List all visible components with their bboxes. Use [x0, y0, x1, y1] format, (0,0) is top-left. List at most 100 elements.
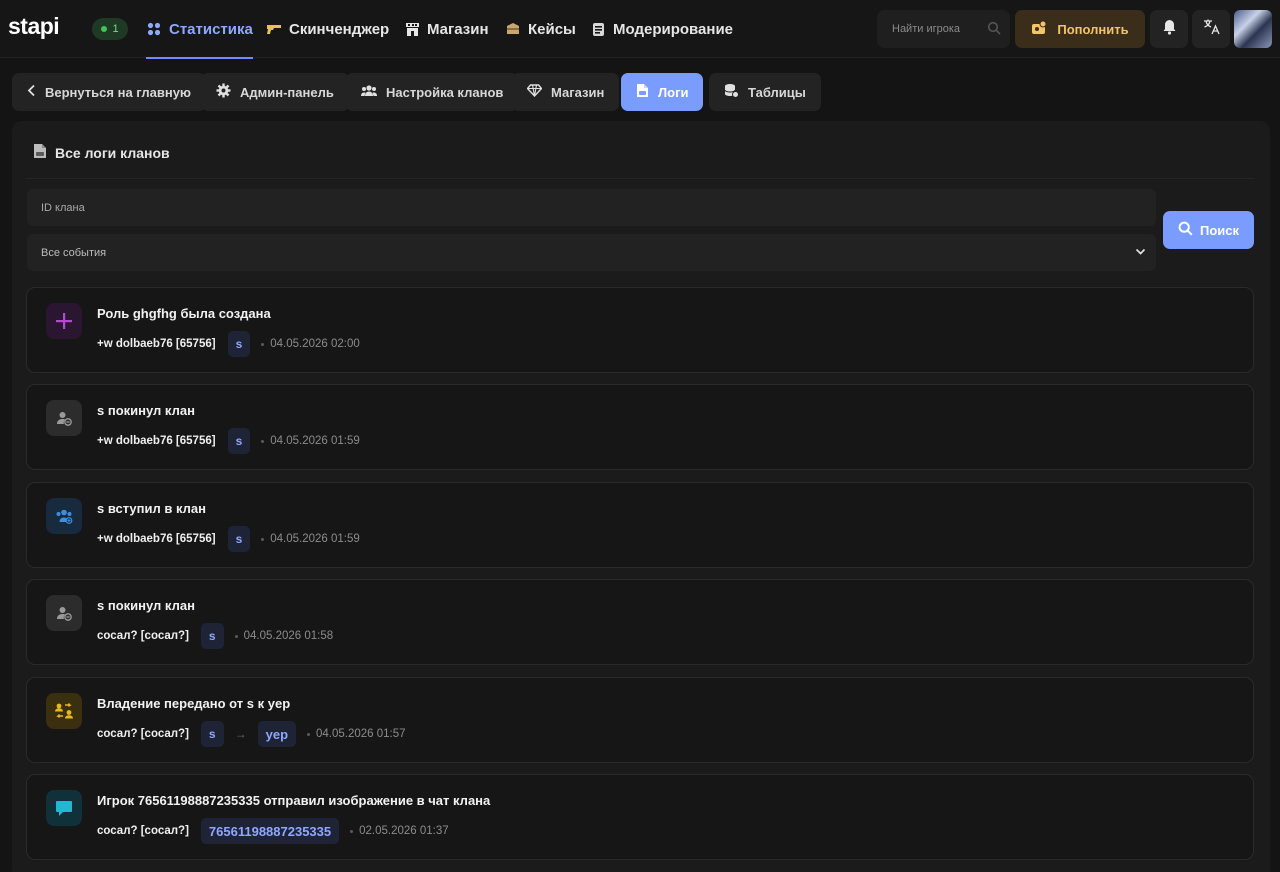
chevron-left-icon: [27, 84, 36, 100]
translate-icon: [1203, 18, 1220, 40]
users-icon: [361, 84, 377, 100]
page-title-text: Все логи кланов: [55, 144, 170, 161]
separator-dot: [307, 732, 311, 736]
log-title: s покинул клан: [97, 598, 195, 613]
search-button[interactable]: Поиск: [1163, 211, 1254, 249]
log-title: s покинул клан: [97, 403, 195, 418]
gun-icon: [266, 21, 282, 37]
log-meta: сосал? [сосал?] s → yep 04.05.2026 01:57: [97, 721, 406, 747]
admin-panel-button[interactable]: Админ-панель: [201, 73, 349, 111]
online-counter-badge: 1: [92, 18, 128, 40]
chevron-down-icon: [1135, 247, 1146, 259]
log-title: Игрок 76561198887235335 отправил изображ…: [97, 793, 491, 808]
top-navbar: stapi 1 Статистика Скинченджер Магазин К…: [0, 0, 1280, 59]
separator-dot: [261, 537, 265, 541]
nav-item-statistics[interactable]: Статистика: [146, 0, 253, 59]
topup-label: Пополнить: [1057, 21, 1129, 37]
user-join-icon: [46, 498, 82, 534]
nav-item-cases[interactable]: Кейсы: [505, 0, 576, 58]
log-timestamp: 04.05.2026 01:59: [270, 435, 360, 447]
subnav-label: Настройка кланов: [386, 84, 504, 100]
document-icon: [590, 21, 606, 37]
member-tag[interactable]: s: [227, 428, 251, 454]
log-actor[interactable]: сосал? [сосал?]: [97, 825, 189, 837]
separator-dot: [261, 439, 265, 443]
language-button[interactable]: [1192, 10, 1230, 48]
diamond-icon: [526, 84, 543, 100]
topup-button[interactable]: Пополнить: [1015, 10, 1145, 48]
grid-dots-icon: [146, 21, 162, 37]
log-title: Владение передано от s к yep: [97, 696, 291, 711]
log-entry: Роль ghgfhg была создана +w dolbaeb76 [6…: [26, 287, 1254, 373]
event-type-value: Все события: [41, 246, 107, 259]
log-actor[interactable]: +w dolbaeb76 [65756]: [97, 533, 216, 545]
gear-icon: [216, 83, 231, 101]
log-meta: +w dolbaeb76 [65756] s 04.05.2026 01:59: [97, 526, 360, 552]
log-actor[interactable]: +w dolbaeb76 [65756]: [97, 435, 216, 447]
log-actor[interactable]: сосал? [сосал?]: [97, 728, 189, 740]
member-tag-from[interactable]: s: [200, 721, 224, 747]
logs-tab-button[interactable]: Логи: [621, 73, 704, 111]
clan-id-field[interactable]: [27, 189, 1156, 226]
tables-button[interactable]: Таблицы: [709, 73, 821, 111]
transfer-arrow: →: [234, 727, 247, 741]
log-entry: Владение передано от s к yep сосал? [сос…: [26, 677, 1254, 763]
clan-id-input[interactable]: [41, 201, 1142, 214]
event-type-select[interactable]: Все события: [27, 234, 1156, 271]
shop-settings-button[interactable]: Магазин: [512, 73, 620, 111]
nav-item-skinchanger[interactable]: Скинченджер: [266, 0, 389, 58]
log-meta: сосал? [сосал?] 76561198887235335 02.05.…: [97, 818, 449, 844]
search-icon: [1178, 221, 1193, 239]
bell-icon: [1162, 19, 1177, 40]
nav-label: Скинченджер: [289, 20, 390, 38]
log-meta: +w dolbaeb76 [65756] s 04.05.2026 01:59: [97, 428, 360, 454]
subnav-label: Админ-панель: [240, 84, 334, 100]
page-title: Все логи кланов: [33, 143, 170, 162]
log-file-icon: [636, 83, 649, 101]
log-actor[interactable]: +w dolbaeb76 [65756]: [97, 338, 216, 350]
subnav-label: Таблицы: [748, 84, 806, 100]
member-tag[interactable]: s: [200, 623, 224, 649]
site-logo[interactable]: stapi: [8, 13, 60, 40]
log-title: s вступил в клан: [97, 501, 206, 516]
log-timestamp: 04.05.2026 01:59: [270, 533, 360, 545]
user-leave-icon: [46, 400, 82, 436]
player-search[interactable]: [877, 10, 1010, 48]
shop-icon: [404, 21, 420, 37]
nav-item-shop[interactable]: Магазин: [404, 0, 489, 58]
back-to-main-button[interactable]: Вернуться на главную: [12, 73, 207, 111]
online-dot-icon: [101, 26, 108, 32]
log-timestamp: 04.05.2026 01:57: [316, 728, 406, 740]
log-meta: сосал? [сосал?] s 04.05.2026 01:58: [97, 623, 333, 649]
nav-label: Статистика: [169, 20, 253, 38]
log-file-icon: [33, 143, 47, 162]
log-entry: s покинул клан +w dolbaeb76 [65756] s 04…: [26, 384, 1254, 470]
log-title: Роль ghgfhg была создана: [97, 306, 271, 321]
log-timestamp: 04.05.2026 02:00: [270, 338, 360, 350]
member-tag[interactable]: s: [227, 526, 251, 552]
chat-bubble-icon: [46, 790, 82, 826]
nav-label: Модерирование: [613, 20, 734, 38]
clan-settings-button[interactable]: Настройка кланов: [346, 73, 519, 111]
search-icon[interactable]: [987, 21, 1001, 38]
case-icon: [505, 21, 521, 37]
online-count: 1: [112, 23, 119, 35]
notifications-button[interactable]: [1150, 10, 1188, 48]
log-entry: s вступил в клан +w dolbaeb76 [65756] s …: [26, 482, 1254, 568]
nav-item-moderation[interactable]: Модерирование: [590, 0, 733, 58]
user-avatar[interactable]: [1234, 10, 1272, 48]
subnav-label: Магазин: [551, 84, 605, 100]
log-meta: +w dolbaeb76 [65756] s 04.05.2026 02:00: [97, 331, 360, 357]
member-tag[interactable]: s: [227, 331, 251, 357]
player-search-input[interactable]: [892, 23, 987, 35]
divider: [26, 178, 1254, 179]
log-entry: Игрок 76561198887235335 отправил изображ…: [26, 774, 1254, 860]
subnav-label: Вернуться на главную: [45, 84, 192, 100]
member-tag-to[interactable]: yep: [257, 721, 297, 747]
database-icon: [724, 83, 739, 101]
log-entry: s покинул клан сосал? [сосал?] s 04.05.2…: [26, 579, 1254, 665]
plus-icon: [46, 303, 82, 339]
member-tag[interactable]: 76561198887235335: [200, 818, 340, 844]
log-timestamp: 02.05.2026 01:37: [359, 825, 449, 837]
log-actor[interactable]: сосал? [сосал?]: [97, 630, 189, 642]
